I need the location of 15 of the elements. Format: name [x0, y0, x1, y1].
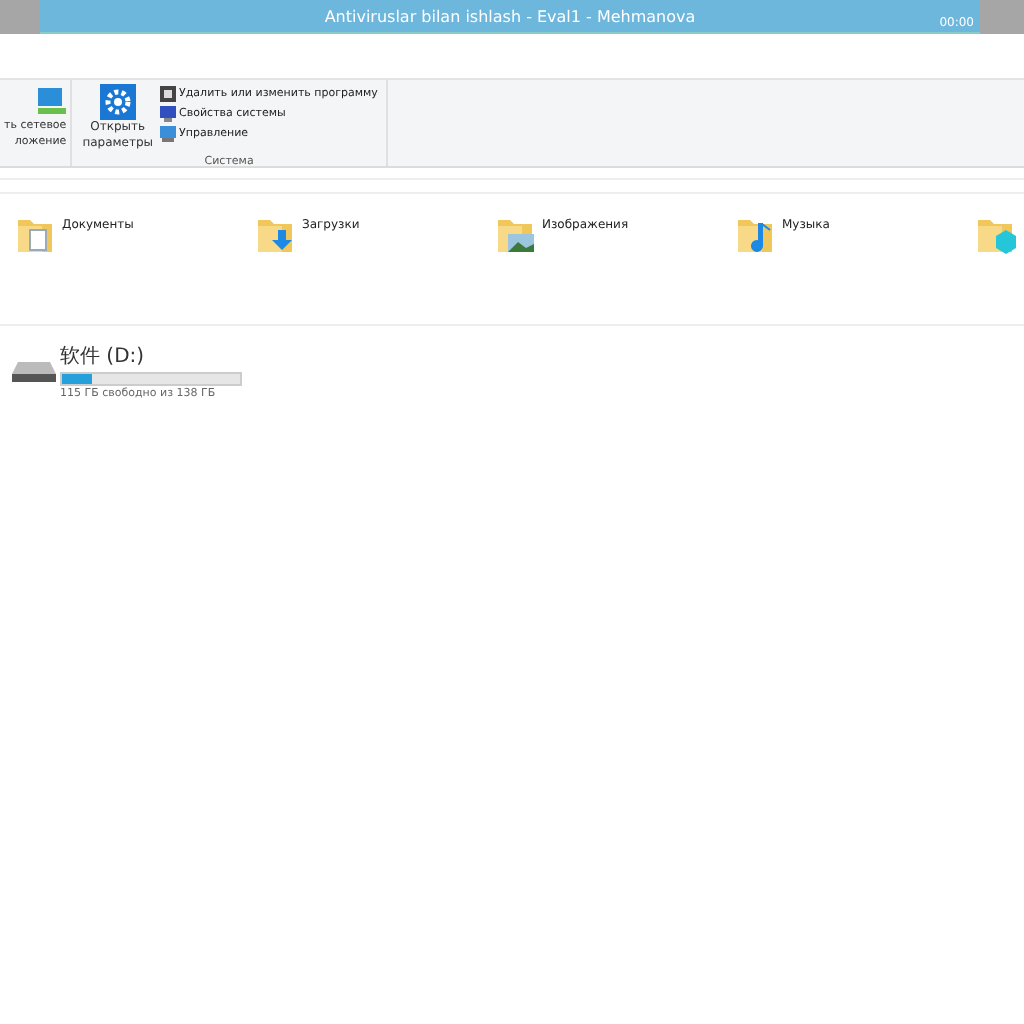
- window-title: Antiviruslar bilan ishlash - Eval1 - Mehmanova: [324, 7, 696, 25]
- frame-edge: [980, 0, 1024, 34]
- settings-icon: [99, 84, 136, 120]
- frame-edge: [0, 0, 40, 34]
- program-icon: [159, 86, 176, 102]
- hard-drive-icon: [12, 359, 56, 383]
- computer-icon: [159, 106, 176, 122]
- folder-icon: [976, 214, 1016, 254]
- folder-icon: [16, 214, 56, 254]
- folder-icon: [736, 214, 776, 254]
- folder-icon: [496, 214, 536, 254]
- computer-icon: [159, 126, 176, 142]
- monitor-icon: [38, 84, 67, 116]
- folder-icon: [256, 214, 296, 254]
- drive-name: 软件 (D:): [60, 344, 147, 370]
